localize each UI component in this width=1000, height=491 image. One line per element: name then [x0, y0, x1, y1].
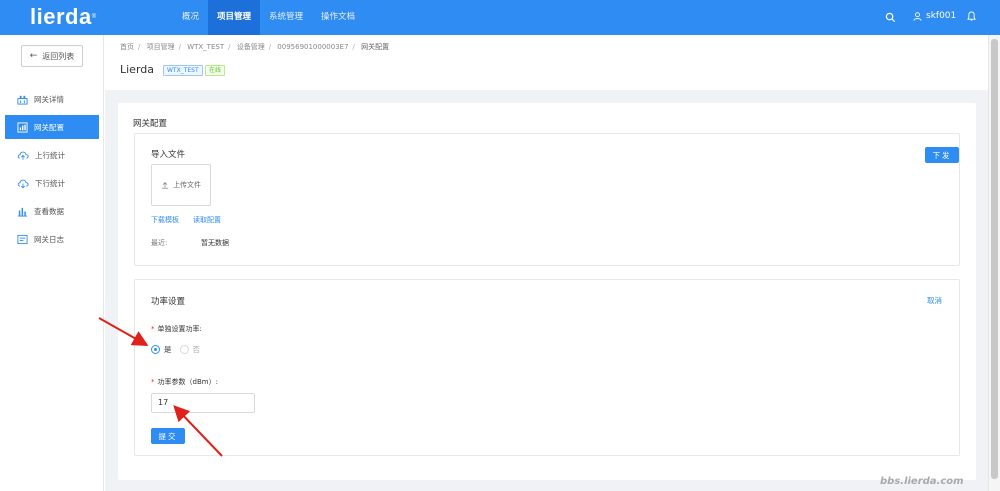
sidebar-item-label: 查看数据: [34, 206, 64, 216]
send-button[interactable]: 下发: [925, 147, 959, 163]
arrow-left-icon: ←: [29, 51, 38, 61]
sidebar-item-gateway-details[interactable]: 网关详情: [5, 87, 99, 111]
nav-overview[interactable]: 概况: [173, 0, 208, 35]
cloud-upload-icon: [17, 151, 29, 160]
sidebar: ← 返回列表 网关详情 网关配置 上行统计 下行统计 查看数据 网关日志: [0, 35, 104, 491]
single-power-label: * 单独设置功率:: [151, 325, 202, 333]
breadcrumb-devices[interactable]: 设备管理: [237, 43, 265, 51]
project-tag: WTX_TEST: [163, 65, 203, 76]
cancel-link[interactable]: 取消: [927, 295, 942, 306]
power-title: 功率设置: [151, 297, 186, 307]
import-file-panel: 导入文件 下发 上传文件 下载模板 读取配置 最近: 暂无数据: [134, 133, 960, 266]
config-icon: [17, 121, 28, 133]
sidebar-item-label: 网关日志: [34, 234, 64, 244]
gateway-icon: [17, 95, 28, 105]
power-settings-panel: 功率设置 取消 * 单独设置功率: 是 否 * 功率参数（dBm）: 17 提交: [134, 279, 960, 456]
bar-chart-icon: [17, 207, 28, 217]
recent-value: 暂无数据: [201, 239, 229, 247]
scrollbar[interactable]: [988, 35, 1000, 491]
sidebar-item-gateway-config[interactable]: 网关配置: [5, 115, 99, 139]
status-badge: 在线: [205, 65, 226, 76]
search-icon[interactable]: [885, 12, 896, 23]
top-navbar: lierda® 概况 项目管理 系统管理 操作文档 skf001: [0, 0, 1000, 35]
user-menu[interactable]: skf001: [913, 11, 956, 21]
recent-label: 最近:: [151, 239, 168, 247]
radio-yes-label[interactable]: 是: [164, 344, 172, 355]
sidebar-item-gateway-log[interactable]: 网关日志: [5, 227, 99, 251]
upload-label: 上传文件: [173, 181, 201, 189]
sidebar-item-view-data[interactable]: 查看数据: [5, 199, 99, 223]
import-title: 导入文件: [151, 150, 186, 160]
submit-button[interactable]: 提交: [151, 428, 185, 444]
nav-docs[interactable]: 操作文档: [312, 0, 364, 35]
sidebar-item-upstream-stats[interactable]: 上行统计: [5, 143, 99, 167]
power-param-input[interactable]: 17: [151, 393, 255, 413]
cloud-download-icon: [17, 179, 29, 188]
breadcrumb: 首页 / 项目管理 / WTX_TEST / 设备管理/ 00956901000003…: [120, 43, 390, 51]
nav-system-management[interactable]: 系统管理: [260, 0, 312, 35]
back-button-label: 返回列表: [42, 51, 75, 61]
download-template-link[interactable]: 下载模板: [151, 215, 179, 225]
sidebar-item-label: 网关配置: [34, 122, 64, 132]
sidebar-item-label: 下行统计: [35, 178, 65, 188]
breadcrumb-projects[interactable]: 项目管理: [147, 43, 175, 51]
upload-icon: [161, 182, 169, 189]
log-icon: [17, 234, 28, 244]
single-power-radio-group: 是 否: [151, 344, 208, 355]
gateway-config-card: 网关配置 导入文件 下发 上传文件 下载模板 读取配置 最近: 暂无数据 功率设…: [118, 103, 976, 480]
sidebar-item-label: 上行统计: [35, 150, 65, 160]
nav-project-management[interactable]: 项目管理: [208, 0, 261, 35]
radio-yes[interactable]: [151, 345, 160, 354]
user-icon: [913, 11, 922, 21]
breadcrumb-project[interactable]: WTX_TEST: [187, 43, 224, 51]
lierda-logo[interactable]: lierda®: [30, 5, 97, 29]
sidebar-item-downstream-stats[interactable]: 下行统计: [5, 171, 99, 195]
main-nav: 概况 项目管理 系统管理 操作文档: [173, 0, 364, 35]
breadcrumb-home[interactable]: 首页: [120, 43, 134, 51]
breadcrumb-device[interactable]: 00956901000003E7: [277, 43, 348, 51]
username: skf001: [926, 11, 957, 21]
radio-no-label[interactable]: 否: [193, 344, 201, 355]
bell-icon[interactable]: [967, 11, 976, 22]
watermark: bbs.lierda.com: [880, 476, 964, 487]
back-to-list-button[interactable]: ← 返回列表: [21, 45, 83, 67]
sidebar-item-label: 网关详情: [34, 94, 64, 104]
card-title: 网关配置: [133, 119, 168, 129]
radio-no[interactable]: [179, 345, 189, 354]
page-title: Lierda: [120, 63, 155, 76]
breadcrumb-current: 网关配置: [361, 43, 390, 51]
power-param-label: * 功率参数（dBm）:: [151, 378, 218, 386]
read-config-link[interactable]: 读取配置: [193, 215, 221, 225]
scrollbar-thumb[interactable]: [991, 39, 998, 479]
upload-file-button[interactable]: 上传文件: [151, 164, 211, 206]
